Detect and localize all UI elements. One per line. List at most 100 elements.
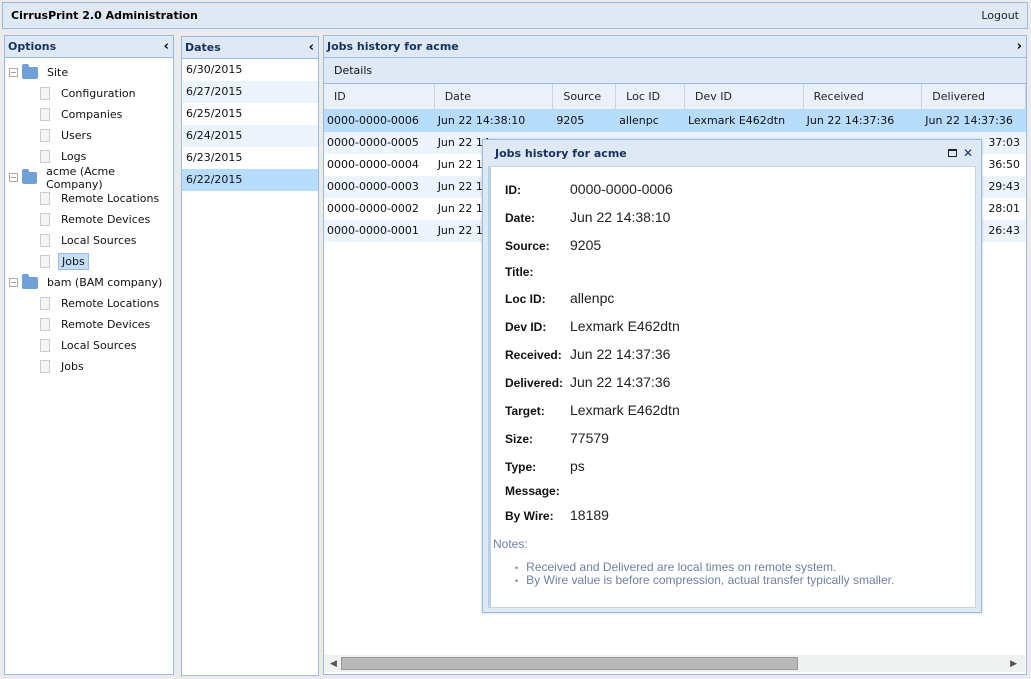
details-button[interactable]: Details — [334, 64, 372, 77]
maximize-icon[interactable] — [947, 149, 957, 157]
tree-leaf[interactable]: Configuration — [5, 83, 173, 104]
tree-node-label: Site — [47, 66, 69, 79]
notes-list: Received and Delivered are local times o… — [515, 561, 894, 587]
jobs-toolbar: Details — [324, 58, 1026, 84]
collapse-left-icon[interactable]: ‹ — [309, 40, 314, 55]
tree-leaf[interactable]: Remote Devices — [5, 209, 173, 230]
tree-leaf-label: Local Sources — [61, 234, 137, 247]
tree-leaf-label: Jobs — [58, 253, 89, 270]
column-header[interactable]: Loc ID — [616, 84, 685, 109]
detail-field: ID: 0000-0000-0006 — [505, 181, 673, 197]
collapse-toggle-icon[interactable]: − — [9, 173, 18, 182]
detail-field: Received: Jun 22 14:37:36 — [505, 346, 670, 362]
column-header[interactable]: ID — [324, 84, 435, 109]
field-value: ps — [570, 458, 585, 474]
scroll-left-arrow-icon[interactable]: ◀ — [330, 659, 337, 669]
detail-field: Title: — [505, 265, 570, 279]
document-icon — [40, 150, 50, 163]
collapse-toggle-icon[interactable]: − — [9, 68, 18, 77]
table-cell: 0000-0000-0001 — [327, 224, 419, 237]
expand-right-icon[interactable]: › — [1017, 39, 1022, 54]
document-icon — [40, 234, 50, 247]
date-item[interactable]: 6/27/2015 — [182, 81, 318, 103]
app-title: CirrusPrint 2.0 Administration — [11, 9, 198, 22]
jobs-panel-header: Jobs history for acme › — [324, 36, 1026, 58]
table-cell: 0000-0000-0005 — [327, 136, 419, 149]
jobs-panel-title: Jobs history for acme — [327, 40, 459, 53]
dialog-title: Jobs history for acme — [495, 146, 627, 160]
table-cell: Lexmark E462dtn — [687, 114, 786, 127]
tree-leaf[interactable]: Local Sources — [5, 335, 173, 356]
tree-node-1[interactable]: − acme (Acme Company) — [5, 165, 173, 191]
field-label: Target: — [505, 404, 545, 418]
detail-field: Loc ID: allenpc — [505, 290, 614, 306]
field-value: allenpc — [570, 290, 615, 306]
tree-leaf-label: Jobs — [61, 360, 84, 373]
logout-link[interactable]: Logout — [981, 9, 1019, 22]
tree-leaf[interactable]: Remote Locations — [5, 188, 173, 209]
tree-leaf[interactable]: Users — [5, 125, 173, 146]
jobs-table-header: ID Date Source Loc ID Dev ID Received Delivere… — [324, 84, 1026, 110]
column-header[interactable]: Received — [804, 84, 923, 109]
tree-node-2[interactable]: − bam (BAM company) — [5, 272, 173, 293]
tree-leaf[interactable]: Remote Devices — [5, 314, 173, 335]
detail-field: Message: — [505, 484, 570, 498]
folder-icon — [22, 273, 38, 289]
table-row[interactable]: 0000-0000-0006 Jun 22 14:38:10 9205 allenpc… — [324, 110, 1026, 132]
field-label: Type: — [505, 460, 537, 474]
field-value: 0000-0000-0006 — [570, 181, 673, 197]
document-icon — [40, 192, 50, 205]
field-label: Loc ID: — [505, 292, 546, 306]
column-header[interactable]: Delivered — [922, 84, 1026, 109]
job-details-dialog: Jobs history for acme ✕ Notes: Received … — [482, 139, 982, 613]
tree-leaf-label: Companies — [61, 108, 123, 121]
column-header[interactable]: Source — [553, 84, 617, 109]
date-item[interactable]: 6/30/2015 — [182, 59, 318, 81]
scroll-right-arrow-icon[interactable]: ▶ — [1010, 659, 1017, 669]
field-label: Received: — [505, 348, 562, 362]
collapse-left-icon[interactable]: ‹ — [164, 39, 169, 54]
document-icon — [40, 318, 50, 331]
scrollbar-thumb[interactable] — [341, 657, 798, 670]
field-value: 77579 — [570, 430, 609, 446]
horizontal-scrollbar[interactable]: ◀ ▶ — [325, 655, 1025, 672]
table-cell: 0000-0000-0003 — [327, 180, 419, 193]
collapse-toggle-icon[interactable]: − — [9, 278, 18, 287]
options-panel-title: Options — [8, 40, 57, 53]
app-header: CirrusPrint 2.0 Administration Logout — [2, 2, 1028, 29]
document-icon — [40, 297, 50, 310]
detail-field: Size: 77579 — [505, 430, 609, 446]
detail-field: Target: Lexmark E462dtn — [505, 402, 680, 418]
tree-leaf[interactable]: Companies — [5, 104, 173, 125]
date-item[interactable]: 6/22/2015 — [182, 169, 318, 191]
tree-node-0[interactable]: − Site — [5, 62, 173, 83]
date-item[interactable]: 6/24/2015 — [182, 125, 318, 147]
document-icon — [40, 87, 50, 100]
field-label: Dev ID: — [505, 320, 547, 334]
dates-panel-header: Dates ‹ — [182, 37, 318, 59]
tree-leaf[interactable]: Jobs — [5, 251, 173, 272]
dialog-header: Jobs history for acme ✕ — [483, 140, 981, 166]
document-icon — [40, 339, 50, 352]
document-icon — [40, 255, 50, 268]
document-icon — [40, 360, 50, 373]
dates-list: 6/30/2015 6/27/2015 6/25/2015 6/24/2015 6/23… — [182, 59, 318, 191]
detail-field: By Wire: 18189 — [505, 507, 609, 523]
field-label: By Wire: — [505, 509, 554, 523]
field-value: Lexmark E462dtn — [570, 402, 680, 418]
column-header[interactable]: Date — [435, 84, 554, 109]
close-icon[interactable]: ✕ — [963, 146, 973, 160]
date-item[interactable]: 6/25/2015 — [182, 103, 318, 125]
tree-leaf[interactable]: Jobs — [5, 356, 173, 377]
tree-leaf[interactable]: Local Sources — [5, 230, 173, 251]
tree-leaf[interactable]: Remote Locations — [5, 293, 173, 314]
column-header[interactable]: Dev ID — [685, 84, 804, 109]
field-label: Title: — [505, 265, 534, 279]
dates-panel-title: Dates — [185, 41, 221, 54]
field-value: Jun 22 14:37:36 — [570, 374, 671, 390]
detail-field: Type: ps — [505, 458, 585, 474]
table-cell: Jun 22 14:38:10 — [437, 114, 526, 127]
date-item[interactable]: 6/23/2015 — [182, 147, 318, 169]
options-tree: − Site Configuration Companies Users Logs − acm… — [5, 58, 173, 377]
detail-field: Dev ID: Lexmark E462dtn — [505, 318, 680, 334]
